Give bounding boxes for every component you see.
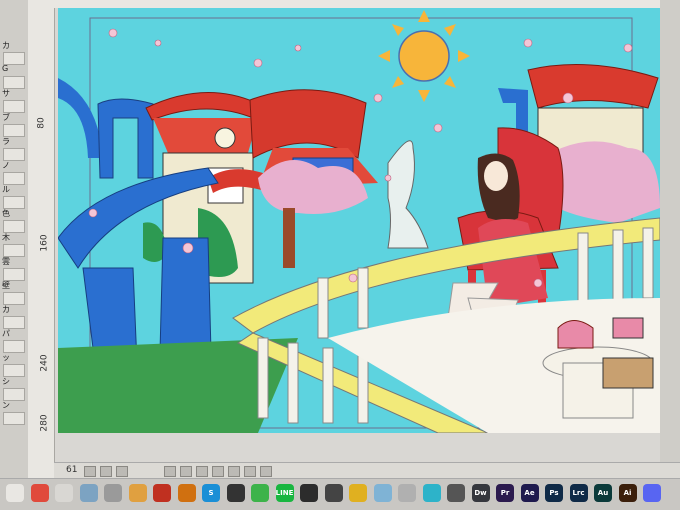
panel-label[interactable]: ノ: [2, 160, 26, 171]
launchpad-icon[interactable]: [6, 484, 24, 502]
zoom-in-button[interactable]: [100, 466, 112, 477]
reset-rotation-button[interactable]: [196, 466, 208, 477]
dreamweaver-icon[interactable]: Dw: [471, 484, 490, 502]
dock: S LINE Dw Pr Ae Ps Lrc Au Ai: [0, 478, 680, 510]
zoom-out-button[interactable]: [84, 466, 96, 477]
app5-icon[interactable]: [398, 484, 416, 502]
fit-button[interactable]: [116, 466, 128, 477]
aftereffects-icon[interactable]: Ae: [520, 484, 539, 502]
app6-icon[interactable]: [422, 484, 441, 502]
right-panel-edge: [660, 0, 680, 478]
horizontal-ruler: [54, 0, 680, 8]
panel-label[interactable]: 色: [2, 208, 26, 219]
skype-icon[interactable]: S: [202, 484, 220, 502]
illustrator-icon[interactable]: Ai: [618, 484, 637, 502]
flip-button[interactable]: [212, 466, 224, 477]
artwork-illustration: [58, 8, 660, 433]
panel-label[interactable]: ラ: [2, 136, 26, 147]
panel-label[interactable]: パ: [2, 328, 26, 339]
game-icon[interactable]: [153, 484, 171, 502]
panel-label[interactable]: 壁: [2, 280, 26, 291]
ruler-tick: 280: [39, 414, 50, 432]
app4-icon[interactable]: [373, 484, 392, 502]
panel-label[interactable]: 木: [2, 232, 26, 243]
game2-icon[interactable]: [177, 484, 196, 502]
ruler-tick: 160: [39, 234, 50, 252]
panel-label[interactable]: 雲: [2, 256, 26, 267]
line-icon[interactable]: LINE: [275, 484, 294, 502]
lightroom-icon[interactable]: Lrc: [569, 484, 588, 502]
preview-icon[interactable]: [79, 484, 98, 502]
panel-label[interactable]: シ: [2, 376, 26, 387]
premiere-icon[interactable]: Pr: [496, 484, 514, 502]
panel-label[interactable]: ル: [2, 184, 26, 195]
status-bar: 61: [54, 462, 680, 479]
zoom-level: 61: [66, 465, 78, 475]
rotate-right-button[interactable]: [180, 466, 192, 477]
panel-label[interactable]: カ: [2, 304, 26, 315]
app7-icon[interactable]: [447, 484, 465, 502]
app3-icon[interactable]: [349, 484, 367, 502]
chrome-icon[interactable]: [30, 484, 49, 502]
script-icon[interactable]: [104, 484, 122, 502]
tool-panel: カGサブラノル色木雲壁カパッシン: [0, 0, 29, 478]
panel-label[interactable]: ン: [2, 400, 26, 411]
panel-label[interactable]: カ: [2, 40, 26, 51]
evernote-icon[interactable]: [251, 484, 269, 502]
panel-label[interactable]: ブ: [2, 112, 26, 123]
rotate-left-button[interactable]: [164, 466, 176, 477]
panel-label[interactable]: ッ: [2, 352, 26, 363]
screen: カGサブラノル色木雲壁カパッシン 80 160 240 280 61 S LIN…: [0, 0, 680, 510]
folder-icon[interactable]: [128, 484, 147, 502]
flip-vertical-button[interactable]: [228, 466, 240, 477]
app-icon[interactable]: [226, 484, 245, 502]
app2-icon[interactable]: [324, 484, 343, 502]
safari-icon[interactable]: [55, 484, 73, 502]
status-button[interactable]: [244, 466, 256, 477]
ruler-tick: 240: [39, 354, 50, 372]
ruler-tick: 80: [36, 117, 47, 129]
tool-button[interactable]: [3, 412, 25, 425]
finalcut-icon[interactable]: [300, 484, 318, 502]
discord-icon[interactable]: [643, 484, 661, 502]
status-button[interactable]: [260, 466, 272, 477]
vertical-ruler: 80 160 240 280: [28, 0, 55, 478]
artwork-canvas[interactable]: [58, 8, 660, 433]
panel-label[interactable]: G: [2, 64, 26, 73]
audition-icon[interactable]: Au: [594, 484, 612, 502]
photoshop-icon[interactable]: Ps: [545, 484, 563, 502]
panel-label[interactable]: サ: [2, 88, 26, 99]
